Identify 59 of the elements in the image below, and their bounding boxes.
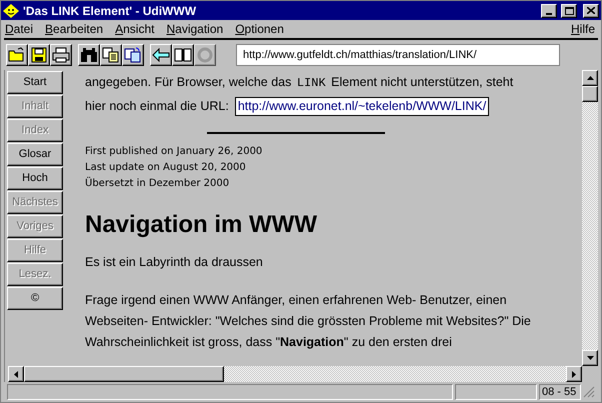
printer-icon: [52, 47, 70, 63]
nav-button[interactable]: Glosar: [7, 143, 63, 166]
folder-icon: [8, 47, 26, 63]
window-title: 'Das LINK Element' - UdiWWW: [23, 2, 198, 20]
vertical-scrollbar[interactable]: [582, 70, 598, 366]
maximize-button[interactable]: [561, 4, 577, 18]
book-icon: [174, 47, 192, 63]
binoculars-icon: [80, 47, 98, 63]
code-text: LINK: [296, 76, 326, 90]
down-arrow-icon: [586, 356, 594, 360]
meta-text: First published on January 26, 2000: [85, 145, 264, 159]
horizontal-scrollbar[interactable]: [8, 366, 582, 382]
heading: Navigation im WWW: [85, 210, 318, 240]
paragraph: Frage irgend einen WWW Anfänger, einen erfahrenen Web- Benutzer, einen Webseiten- Entwickler: "Welches sind die grössten Probleme mit Websites?" Die Wahrscheinlichkeit ist gross, dass "Navigation" zu den ersten drei: [85, 292, 532, 351]
paste-icon: [124, 47, 142, 63]
nav-button[interactable]: Start: [7, 71, 63, 94]
toolbar-button[interactable]: [50, 44, 72, 66]
close-icon: [587, 7, 595, 14]
menu-item[interactable]: Optionen: [235, 20, 284, 38]
maximize-icon: [564, 6, 574, 14]
toolbar-button[interactable]: [78, 44, 100, 66]
minimize-icon: [546, 12, 552, 14]
toolbar-button[interactable]: [100, 44, 122, 66]
status-position: 08 - 55: [539, 384, 581, 400]
right-arrow-icon: [572, 370, 576, 378]
resize-grip-icon: [583, 386, 595, 398]
meta-text: Übersetzt in Dezember 2000: [85, 176, 230, 191]
toolbar-button[interactable]: [172, 44, 194, 66]
close-button[interactable]: [583, 4, 599, 18]
circle-icon: [197, 47, 213, 63]
scroll-right-button[interactable]: [566, 366, 582, 382]
menu-item[interactable]: Hilfe: [570, 20, 595, 38]
link[interactable]: http://www.euronet.nl/~tekelenb/WWW/LINK/: [234, 97, 490, 116]
left-arrow-icon: [14, 370, 18, 378]
copy-icon: [102, 47, 120, 63]
nav-button[interactable]: ©: [7, 287, 63, 310]
scroll-left-button[interactable]: [8, 366, 24, 382]
paragraph: angegeben. Für Browser, welche das LINK Element nicht unterstützen, steht: [85, 74, 514, 92]
paragraph: hier noch einmal die URL:: [85, 98, 229, 115]
scroll-up-button[interactable]: [582, 70, 598, 86]
left-arrow-icon: [152, 48, 170, 62]
toolbar-button[interactable]: [6, 44, 28, 66]
menu-item[interactable]: Navigation: [166, 20, 224, 38]
menu-item[interactable]: Bearbeiten: [45, 20, 104, 38]
nav-button[interactable]: Hoch: [7, 167, 63, 190]
toolbar-button[interactable]: [28, 44, 50, 66]
address-field[interactable]: http://www.gutfeldt.ch/matthias/translation/LINK/: [236, 44, 560, 66]
toolbar-button[interactable]: [122, 44, 144, 66]
smiley-icon: [3, 4, 19, 18]
paragraph: Es ist ein Labyrinth da draussen: [85, 254, 264, 271]
scroll-thumb[interactable]: [582, 86, 598, 102]
scroll-down-button[interactable]: [582, 350, 598, 366]
toolbar-button[interactable]: [150, 44, 172, 66]
menu-item[interactable]: Datei: [5, 20, 34, 38]
minimize-button[interactable]: [541, 4, 557, 18]
menu-item[interactable]: Ansicht: [115, 20, 154, 38]
up-arrow-icon: [586, 76, 594, 80]
scroll-thumb[interactable]: [24, 366, 224, 382]
meta-text: Last update on August 20, 2000: [85, 161, 247, 175]
